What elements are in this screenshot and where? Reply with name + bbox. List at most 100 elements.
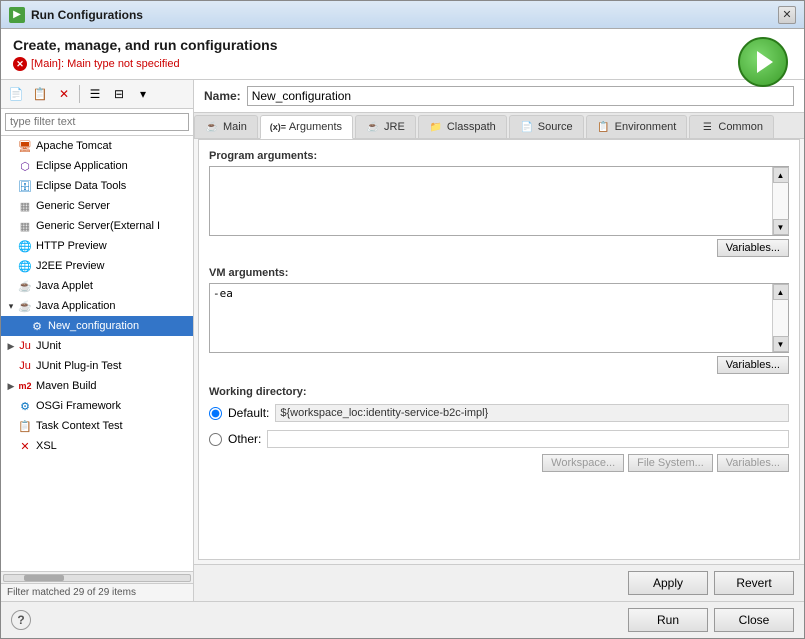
expand-icon (5, 160, 17, 172)
window-icon: ▶ (9, 7, 25, 23)
default-label: Default: (228, 406, 269, 420)
arguments-content: Program arguments: ▲ ▼ Variables... (198, 139, 800, 560)
sidebar-item-junit-plugin[interactable]: Ju JUnit Plug-in Test (1, 356, 193, 376)
sidebar-item-apache-tomcat[interactable]: 🖥 Apache Tomcat (1, 136, 193, 156)
sidebar-item-generic-server-ext[interactable]: ▦ Generic Server(External I (1, 216, 193, 236)
header: Create, manage, and run configurations ✕… (1, 29, 804, 80)
item-label: Task Context Test (36, 420, 123, 432)
other-radio[interactable] (209, 433, 222, 446)
tab-environment[interactable]: 📋 Environment (586, 115, 688, 138)
expand-icon (5, 400, 17, 412)
window-title: Run Configurations (31, 8, 772, 22)
sidebar-item-java-application[interactable]: ▾ ☕ Java Application (1, 296, 193, 316)
content-area: 📄 📋 ✕ ☰ ⊟ ▾ 🖥 Apache Tomcat (1, 80, 804, 601)
common-tab-icon: ☰ (700, 120, 714, 134)
scroll-down-arrow[interactable]: ▼ (773, 336, 789, 352)
item-label: Eclipse Data Tools (36, 180, 126, 192)
vm-variables-button[interactable]: Variables... (717, 356, 789, 374)
workspace-button[interactable]: Workspace... (542, 454, 624, 472)
filter-match-text: Filter matched 29 of 29 items (7, 587, 136, 598)
sidebar-item-generic-server[interactable]: ▦ Generic Server (1, 196, 193, 216)
tab-classpath[interactable]: 📁 Classpath (418, 115, 507, 138)
server-icon: ▦ (17, 198, 33, 214)
sidebar-tree: 🖥 Apache Tomcat ⬡ Eclipse Application 🗄 … (1, 136, 193, 571)
tab-source[interactable]: 📄 Source (509, 115, 584, 138)
jre-tab-icon: ☕ (366, 120, 380, 134)
scroll-up-arrow[interactable]: ▲ (773, 284, 789, 300)
junit-icon: Ju (17, 338, 33, 354)
filter-input[interactable] (5, 113, 189, 131)
close-button[interactable]: Close (714, 608, 794, 632)
title-bar: ▶ Run Configurations ✕ (1, 1, 804, 29)
revert-button[interactable]: Revert (714, 571, 794, 595)
xsl-icon: ✕ (17, 438, 33, 454)
sidebar-item-task-context-test[interactable]: 📋 Task Context Test (1, 416, 193, 436)
tab-common[interactable]: ☰ Common (689, 115, 774, 138)
expand-icon (5, 240, 17, 252)
expand-icon (5, 220, 17, 232)
item-label: Maven Build (36, 380, 97, 392)
item-label: J2EE Preview (36, 260, 104, 272)
j2ee-icon: 🌐 (17, 258, 33, 274)
sidebar-item-junit[interactable]: ▶ Ju JUnit (1, 336, 193, 356)
dir-buttons: Workspace... File System... Variables... (209, 454, 789, 472)
tab-label: Common (718, 121, 763, 133)
new-config-button[interactable]: 📄 (5, 83, 27, 105)
help-button[interactable]: ? (11, 610, 31, 630)
sidebar-filter (1, 109, 193, 136)
tab-main[interactable]: ☕ Main (194, 115, 258, 138)
default-radio[interactable] (209, 407, 222, 420)
item-label: JUnit Plug-in Test (36, 360, 121, 372)
eclipse-icon: ⬡ (17, 158, 33, 174)
collapse-button[interactable]: ⊟ (108, 83, 130, 105)
program-variables-button[interactable]: Variables... (717, 239, 789, 257)
close-button[interactable]: ✕ (778, 6, 796, 24)
view-menu-button[interactable]: ▾ (132, 83, 154, 105)
delete-button[interactable]: ✕ (53, 83, 75, 105)
duplicate-button[interactable]: 📋 (29, 83, 51, 105)
header-title: Create, manage, and run configurations (13, 37, 792, 53)
tab-arguments[interactable]: (x)= Arguments (260, 115, 353, 139)
run-launch-button[interactable]: Run (628, 608, 708, 632)
expand-icon (5, 280, 17, 292)
apply-button[interactable]: Apply (628, 571, 708, 595)
sidebar-toolbar: 📄 📋 ✕ ☰ ⊟ ▾ (1, 80, 193, 109)
other-dir-field[interactable] (267, 430, 789, 448)
scroll-down-arrow[interactable]: ▼ (773, 219, 789, 235)
sidebar-item-eclipse-data-tools[interactable]: 🗄 Eclipse Data Tools (1, 176, 193, 196)
error-icon: ✕ (13, 57, 27, 71)
v-scrollbar[interactable]: ▲ ▼ (772, 167, 788, 235)
item-label: OSGi Framework (36, 400, 121, 412)
sidebar-item-maven-build[interactable]: ▶ m2 Maven Build (1, 376, 193, 396)
default-radio-row: Default: (209, 402, 789, 424)
sidebar-item-j2ee-preview[interactable]: 🌐 J2EE Preview (1, 256, 193, 276)
default-dir-field[interactable] (275, 404, 789, 422)
vm-args-textarea[interactable]: -ea (210, 284, 772, 352)
item-label: Java Application (36, 300, 116, 312)
dir-variables-button[interactable]: Variables... (717, 454, 789, 472)
expand-icon (5, 140, 17, 152)
filter-button[interactable]: ☰ (84, 83, 106, 105)
sidebar-item-http-preview[interactable]: 🌐 HTTP Preview (1, 236, 193, 256)
filesystem-button[interactable]: File System... (628, 454, 713, 472)
expand-icon (5, 180, 17, 192)
name-input[interactable] (247, 86, 794, 106)
sidebar-item-eclipse-application[interactable]: ⬡ Eclipse Application (1, 156, 193, 176)
tab-jre[interactable]: ☕ JRE (355, 115, 416, 138)
header-error: ✕ [Main]: Main type not specified (13, 57, 792, 71)
sidebar-item-java-applet[interactable]: ☕ Java Applet (1, 276, 193, 296)
run-triangle-icon (757, 51, 773, 73)
sidebar-item-xsl[interactable]: ✕ XSL (1, 436, 193, 456)
scroll-up-arrow[interactable]: ▲ (773, 167, 789, 183)
sidebar-item-new-configuration[interactable]: ⚙ New_configuration (1, 316, 193, 336)
main-tab-icon: ☕ (205, 120, 219, 134)
program-args-textarea[interactable] (210, 167, 772, 235)
sidebar-item-osgi-framework[interactable]: ⚙ OSGi Framework (1, 396, 193, 416)
maven-icon: m2 (17, 378, 33, 394)
sidebar-horizontal-scrollbar[interactable] (1, 571, 193, 583)
vm-v-scrollbar[interactable]: ▲ ▼ (772, 284, 788, 352)
item-label: Generic Server (36, 200, 110, 212)
program-args-wrapper: ▲ ▼ Variables... (209, 166, 789, 263)
toolbar-separator (79, 85, 80, 103)
run-button[interactable] (738, 37, 788, 87)
